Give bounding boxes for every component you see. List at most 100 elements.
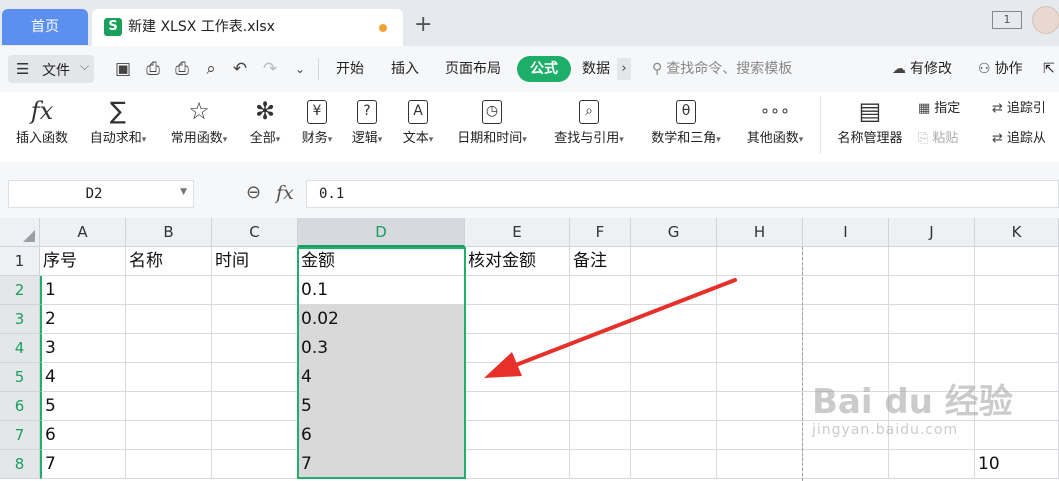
- common-functions-button[interactable]: ☆ 常用函数▾: [162, 92, 236, 158]
- more-functions-button[interactable]: ∘∘∘ 其他函数▾: [738, 92, 812, 158]
- cell-b4[interactable]: [126, 334, 212, 363]
- new-tab-button[interactable]: +: [414, 10, 432, 40]
- window-tile-icon[interactable]: 1: [992, 11, 1022, 29]
- cell-a1[interactable]: 序号: [40, 247, 126, 276]
- text-functions-button[interactable]: A 文本▾: [395, 92, 441, 158]
- lookup-reference-button[interactable]: ⌕ 查找与引用▾: [545, 92, 633, 158]
- row-header-7[interactable]: 7: [0, 421, 40, 450]
- cell-c4[interactable]: [212, 334, 298, 363]
- row-header-3[interactable]: 3: [0, 305, 40, 334]
- cell-i2[interactable]: [803, 276, 889, 305]
- cell-d5[interactable]: 4: [298, 363, 465, 392]
- redo-icon[interactable]: ↷: [259, 58, 281, 80]
- cell-e8[interactable]: [465, 450, 570, 479]
- trace-dependents-button[interactable]: ⇄ 追踪从: [992, 130, 1046, 148]
- cell-d2[interactable]: 0.1: [298, 276, 465, 305]
- specify-button[interactable]: ▦ 指定: [918, 100, 960, 118]
- cell-b1[interactable]: 名称: [126, 247, 212, 276]
- all-functions-button[interactable]: ✻ 全部▾: [242, 92, 288, 158]
- cell-i8[interactable]: [803, 450, 889, 479]
- cell-a4[interactable]: 3: [40, 334, 126, 363]
- cell-b3[interactable]: [126, 305, 212, 334]
- column-header-a[interactable]: A: [40, 218, 126, 247]
- cell-i1[interactable]: [803, 247, 889, 276]
- name-box-dropdown-icon[interactable]: ▼: [180, 187, 187, 197]
- cell-k3[interactable]: [975, 305, 1059, 334]
- cell-i4[interactable]: [803, 334, 889, 363]
- cell-a8[interactable]: 7: [40, 450, 126, 479]
- cell-k8[interactable]: 10: [975, 450, 1059, 479]
- command-search[interactable]: ⚲ 查找命令、搜索模板: [652, 59, 792, 79]
- formula-input[interactable]: 0.1: [306, 180, 1059, 208]
- column-header-c[interactable]: C: [212, 218, 298, 247]
- cell-d6[interactable]: 5: [298, 392, 465, 421]
- cell-e7[interactable]: [465, 421, 570, 450]
- cell-c7[interactable]: [212, 421, 298, 450]
- print-preview-icon[interactable]: ⌕: [200, 58, 222, 80]
- cell-b8[interactable]: [126, 450, 212, 479]
- trace-precedents-button[interactable]: ⇄ 追踪引: [992, 100, 1046, 118]
- cell-b7[interactable]: [126, 421, 212, 450]
- customize-dropdown-icon[interactable]: ⌄: [289, 58, 311, 80]
- math-trig-button[interactable]: θ 数学和三角▾: [641, 92, 731, 158]
- tab-insert[interactable]: 插入: [391, 59, 419, 79]
- tabs-more-chevron-icon[interactable]: ›: [617, 58, 631, 80]
- print-icon[interactable]: ⎙: [171, 58, 193, 80]
- date-time-button[interactable]: ◷ 日期和时间▾: [448, 92, 536, 158]
- cell-b2[interactable]: [126, 276, 212, 305]
- avatar[interactable]: [1032, 6, 1059, 34]
- cell-a2[interactable]: 1: [40, 276, 126, 305]
- name-box[interactable]: D2 ▼: [8, 180, 194, 208]
- cell-g7[interactable]: [631, 421, 717, 450]
- row-header-2[interactable]: 2: [0, 276, 40, 305]
- column-header-g[interactable]: G: [631, 218, 717, 247]
- fx-icon[interactable]: fx: [276, 182, 294, 204]
- column-header-f[interactable]: F: [570, 218, 631, 247]
- cell-h8[interactable]: [717, 450, 803, 479]
- tab-formulas[interactable]: 公式: [517, 56, 571, 82]
- cell-k4[interactable]: [975, 334, 1059, 363]
- autosum-button[interactable]: ∑ 自动求和▾: [82, 92, 154, 158]
- cell-j1[interactable]: [889, 247, 975, 276]
- tab-home[interactable]: 首页: [2, 9, 88, 45]
- cell-e6[interactable]: [465, 392, 570, 421]
- cell-j3[interactable]: [889, 305, 975, 334]
- cell-a3[interactable]: 2: [40, 305, 126, 334]
- cell-g8[interactable]: [631, 450, 717, 479]
- cell-d3[interactable]: 0.02: [298, 305, 465, 334]
- cell-i3[interactable]: [803, 305, 889, 334]
- column-header-i[interactable]: I: [803, 218, 889, 247]
- cell-j2[interactable]: [889, 276, 975, 305]
- cell-b6[interactable]: [126, 392, 212, 421]
- row-header-1[interactable]: 1: [0, 247, 40, 276]
- insert-function-button[interactable]: fx 插入函数: [10, 92, 74, 158]
- row-header-5[interactable]: 5: [0, 363, 40, 392]
- cell-c2[interactable]: [212, 276, 298, 305]
- zoom-search-icon[interactable]: ⊖: [246, 182, 261, 203]
- save-icon[interactable]: ▣: [112, 58, 134, 80]
- changes-button[interactable]: ☁ 有修改: [892, 59, 952, 79]
- tab-page-layout[interactable]: 页面布局: [445, 59, 501, 79]
- cell-f8[interactable]: [570, 450, 631, 479]
- export-pdf-icon[interactable]: ⎙: [142, 58, 164, 80]
- cell-j8[interactable]: [889, 450, 975, 479]
- cell-h7[interactable]: [717, 421, 803, 450]
- paste-button[interactable]: ⎘ 粘贴: [918, 130, 958, 148]
- cell-c6[interactable]: [212, 392, 298, 421]
- row-header-8[interactable]: 8: [0, 450, 40, 479]
- share-icon[interactable]: ⇱: [1043, 59, 1055, 79]
- cell-c5[interactable]: [212, 363, 298, 392]
- row-header-4[interactable]: 4: [0, 334, 40, 363]
- cell-f7[interactable]: [570, 421, 631, 450]
- cell-f6[interactable]: [570, 392, 631, 421]
- tab-data[interactable]: 数据: [582, 59, 610, 79]
- cell-a6[interactable]: 5: [40, 392, 126, 421]
- cell-a7[interactable]: 6: [40, 421, 126, 450]
- column-header-e[interactable]: E: [465, 218, 570, 247]
- cell-j4[interactable]: [889, 334, 975, 363]
- cell-g6[interactable]: [631, 392, 717, 421]
- column-header-k[interactable]: K: [975, 218, 1059, 247]
- cell-c3[interactable]: [212, 305, 298, 334]
- logical-button[interactable]: ? 逻辑▾: [344, 92, 390, 158]
- select-all-corner[interactable]: [0, 218, 40, 247]
